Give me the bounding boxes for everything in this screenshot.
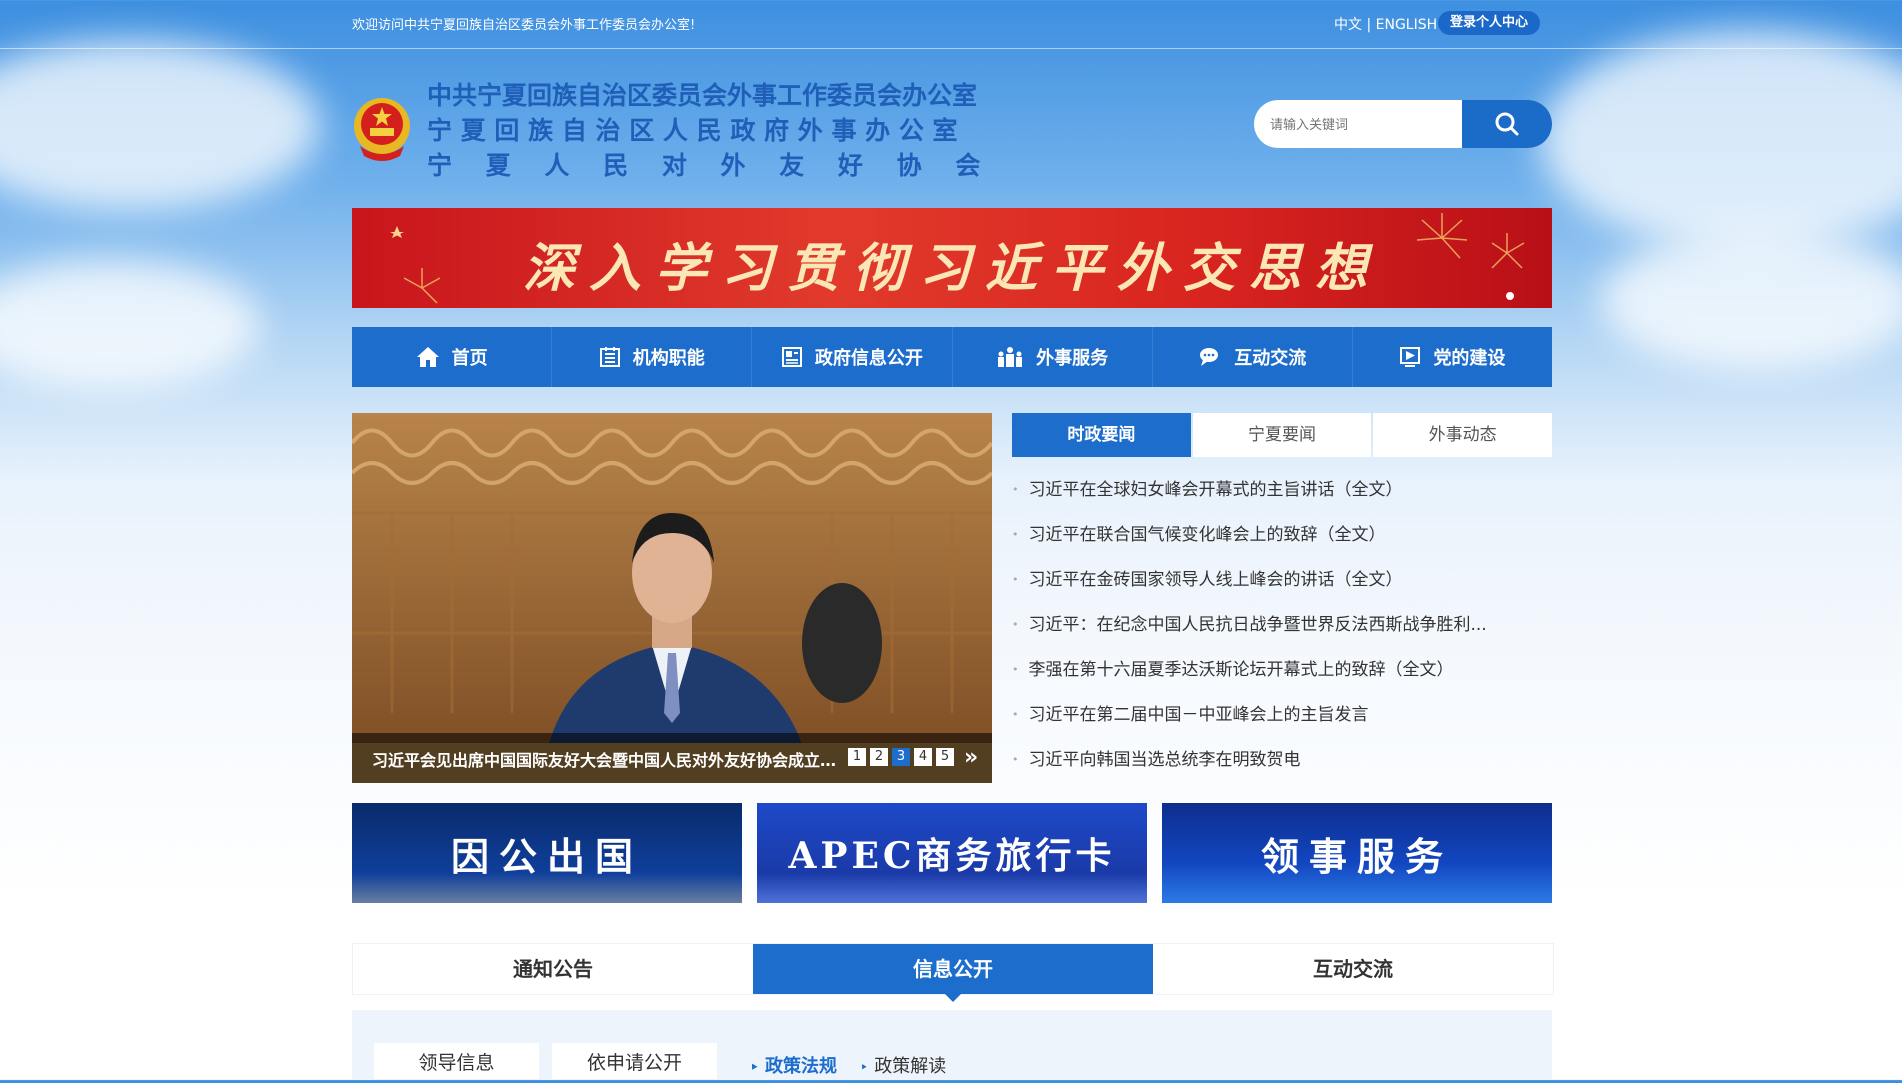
nav-item-label: 互动交流 — [1234, 348, 1307, 369]
search-input[interactable] — [1268, 100, 1452, 148]
flag-icon — [1400, 347, 1421, 367]
cloud-decoration — [1600, 230, 1902, 370]
login-button[interactable]: 登录个人中心 — [1438, 11, 1541, 35]
tab-notices[interactable]: 通知公告 — [353, 944, 753, 994]
service-card-label: 因公出国 — [450, 833, 643, 879]
slideshow-pager: 1 2 3 4 5 — [848, 748, 954, 766]
search-box — [1254, 100, 1552, 148]
tab-politics-news[interactable]: 时政要闻 — [1012, 413, 1191, 457]
lang-english-link[interactable]: ENGLISH — [1376, 17, 1438, 33]
link-policy-regulations[interactable]: 政策法规 — [750, 1052, 837, 1078]
search-icon — [1495, 112, 1519, 136]
news-list: 习近平在全球妇女峰会开幕式的主旨讲话（全文） 习近平在联合国气候变化峰会上的致辞… — [1012, 472, 1552, 787]
news-item[interactable]: 习近平在全球妇女峰会开幕式的主旨讲话（全文） — [1012, 472, 1552, 517]
nav-item-label: 首页 — [451, 348, 488, 369]
nav-item-home[interactable]: 首页 — [352, 327, 553, 387]
next-arrow-icon[interactable]: » — [964, 745, 978, 770]
info-disclosure-panel: 领导信息 依申请公开 政策法规 政策解读 — [352, 1010, 1552, 1080]
service-card-apec[interactable]: APEC商务旅行卡 — [757, 803, 1147, 903]
org-icon — [599, 347, 620, 367]
featured-photo — [352, 413, 992, 783]
organization-title: 中共宁夏回族自治区委员会外事工作委员会办公室 宁 夏 回 族 自 治 区 人 民… — [427, 78, 980, 183]
subtab-apply-disclosure[interactable]: 依申请公开 — [552, 1043, 717, 1079]
tab-info-disclosure[interactable]: 信息公开 — [753, 944, 1153, 1002]
org-name-line-3: 宁 夏 人 民 对 外 友 好 协 会 — [427, 151, 981, 180]
service-card-official-travel[interactable]: 因公出国 — [352, 803, 742, 903]
news-item[interactable]: 习近平：在纪念中国人民抗日战争暨世界反法西斯战争胜利... — [1012, 607, 1552, 652]
news-item[interactable]: 习近平在金砖国家领导人线上峰会的讲话（全文） — [1012, 562, 1552, 607]
tab-ningxia-news[interactable]: 宁夏要闻 — [1192, 413, 1372, 457]
service-cards: 因公出国 APEC商务旅行卡 领事服务 — [352, 803, 1552, 903]
banner-indicator-dot[interactable] — [1506, 292, 1514, 300]
org-name-line-1: 中共宁夏回族自治区委员会外事工作委员会办公室 — [427, 81, 978, 110]
service-card-consular[interactable]: 领事服务 — [1162, 803, 1552, 903]
featured-slideshow[interactable]: 习近平会见出席中国国际友好大会暨中国人民对外友好协会成立70周年纪念活动外方嘉宾… — [352, 413, 992, 783]
search-button[interactable] — [1462, 100, 1552, 148]
top-bar: 欢迎访问中共宁夏回族自治区委员会外事工作委员会办公室! 中文 | ENGLISH… — [0, 0, 1902, 49]
main-navigation: 首页 机构职能 政府信息公开 外事服务 互动交流 党的建设 — [352, 327, 1552, 387]
home-icon — [416, 347, 439, 367]
slideshow-caption-bar: 习近平会见出席中国国际友好大会暨中国人民对外友好协会成立70周年纪念活动外方嘉宾… — [352, 733, 992, 783]
nav-item-label: 政府信息公开 — [814, 348, 923, 369]
news-item[interactable]: 李强在第十六届夏季达沃斯论坛开幕式上的致辞（全文） — [1012, 652, 1552, 697]
pager-button[interactable]: 2 — [870, 748, 888, 766]
chat-icon — [1200, 348, 1219, 366]
pager-button[interactable]: 5 — [936, 748, 954, 766]
cloud-decoration — [0, 40, 320, 210]
news-icon — [781, 347, 802, 367]
pager-button-active[interactable]: 3 — [892, 748, 910, 766]
cloud-decoration — [1540, 30, 1902, 250]
section-tabs: 通知公告 信息公开 互动交流 — [352, 943, 1554, 1002]
nav-item-label: 外事服务 — [1036, 348, 1109, 369]
subtab-leader-info[interactable]: 领导信息 — [374, 1043, 539, 1079]
org-name-line-2: 宁 夏 回 族 自 治 区 人 民 政 府 外 事 办 公 室 — [427, 116, 958, 145]
tab-foreign-affairs[interactable]: 外事动态 — [1373, 413, 1553, 457]
news-item[interactable]: 习近平在第二届中国－中亚峰会上的主旨发言 — [1012, 697, 1552, 742]
lang-separator: | — [1366, 17, 1372, 33]
people-icon — [998, 347, 1023, 367]
service-card-label: 领事服务 — [1260, 833, 1453, 879]
nav-item-label: 机构职能 — [632, 348, 705, 369]
nav-item-party-building[interactable]: 党的建设 — [1353, 327, 1552, 387]
lang-chinese-link[interactable]: 中文 — [1334, 17, 1362, 33]
link-policy-interpretation[interactable]: 政策解读 — [860, 1052, 946, 1078]
nav-item-foreign-service[interactable]: 外事服务 — [953, 327, 1153, 387]
nav-item-organization[interactable]: 机构职能 — [552, 327, 753, 387]
news-item[interactable]: 习近平在联合国气候变化峰会上的致辞（全文） — [1012, 517, 1552, 562]
news-tabs: 时政要闻 宁夏要闻 外事动态 — [1012, 413, 1553, 457]
nav-item-interaction[interactable]: 互动交流 — [1153, 327, 1353, 387]
national-emblem-icon — [354, 98, 410, 161]
banner-slogan: 深入学习贯彻习近平外交思想 — [522, 238, 1381, 299]
pager-button[interactable]: 1 — [848, 748, 866, 766]
nav-item-gov-info[interactable]: 政府信息公开 — [752, 327, 953, 387]
theme-banner[interactable]: 深入学习贯彻习近平外交思想 — [352, 208, 1552, 308]
slideshow-caption[interactable]: 习近平会见出席中国国际友好大会暨中国人民对外友好协会成立70周年纪念活动外方嘉宾 — [372, 747, 842, 771]
tab-interaction[interactable]: 互动交流 — [1153, 944, 1553, 994]
service-card-label: APEC商务旅行卡 — [788, 835, 1116, 877]
language-switch: 中文 | ENGLISH — [1334, 14, 1437, 34]
news-item[interactable]: 习近平向韩国当选总统李在明致贺电 — [1012, 742, 1552, 787]
welcome-text: 欢迎访问中共宁夏回族自治区委员会外事工作委员会办公室! — [352, 18, 696, 33]
nav-item-label: 党的建设 — [1433, 348, 1506, 369]
cloud-decoration — [0, 260, 260, 390]
pager-button[interactable]: 4 — [914, 748, 932, 766]
